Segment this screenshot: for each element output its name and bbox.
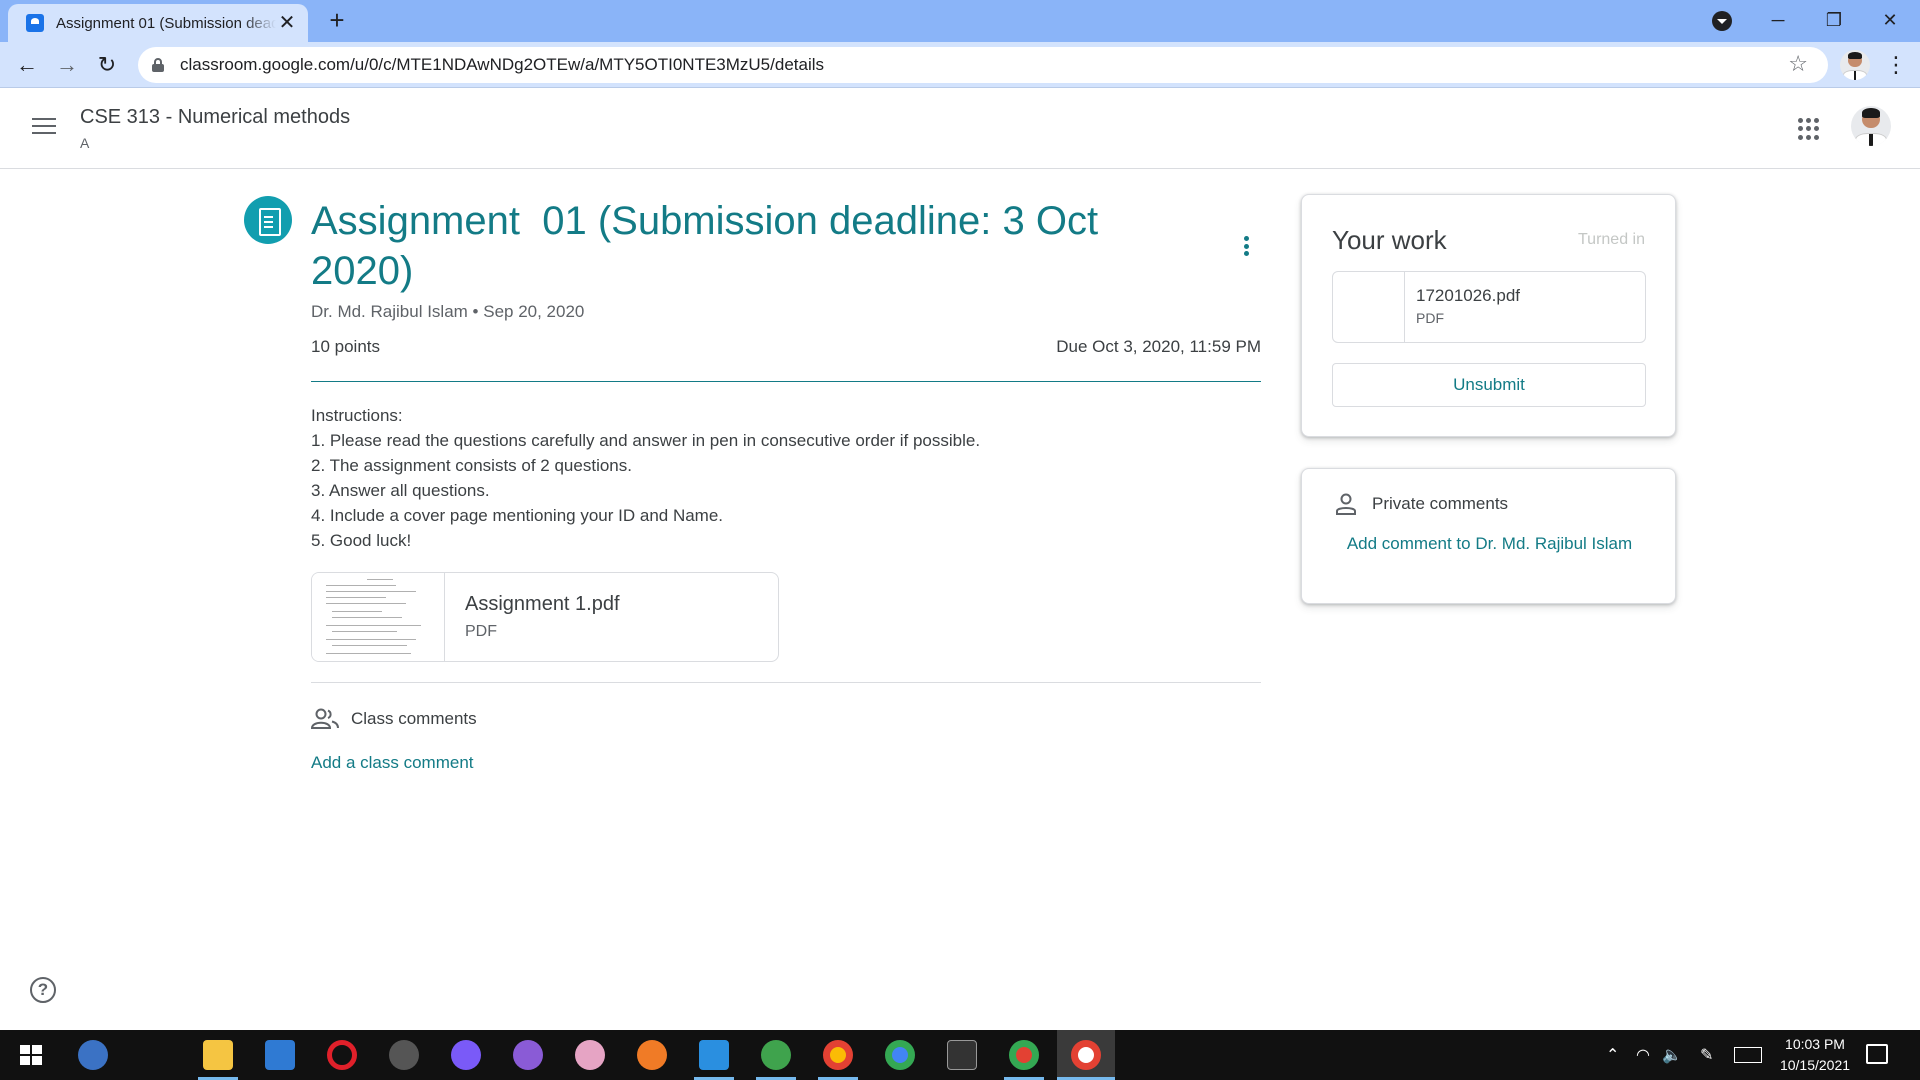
firefox-icon[interactable] bbox=[637, 1040, 667, 1070]
clock-time: 10:03 PM bbox=[1785, 1036, 1845, 1052]
browser-menu-icon[interactable]: ⋮ bbox=[1885, 50, 1907, 80]
minimize-button[interactable]: ─ bbox=[1750, 0, 1806, 42]
maps-icon[interactable] bbox=[761, 1040, 791, 1070]
chrome-icon[interactable] bbox=[885, 1040, 915, 1070]
file-explorer-icon[interactable] bbox=[203, 1040, 233, 1070]
submission-status: Turned in bbox=[1578, 231, 1645, 248]
author-name: Dr. Md. Rajibul Islam bbox=[311, 302, 468, 321]
private-comments-card: Private comments Add comment to Dr. Md. … bbox=[1301, 468, 1676, 604]
wifi-icon[interactable]: ◠ bbox=[1636, 1045, 1650, 1065]
browser-tab-strip: Assignment 01 (Submission deadline: 3 Oc… bbox=[0, 0, 1920, 42]
classroom-header: CSE 313 - Numerical methods A bbox=[0, 88, 1920, 169]
submitted-file-type: PDF bbox=[1416, 310, 1444, 326]
header-divider bbox=[311, 381, 1261, 382]
instruction-line: 2. The assignment consists of 2 question… bbox=[311, 456, 632, 475]
clock-date: 10/15/2021 bbox=[1779, 1057, 1851, 1073]
show-hidden-icons[interactable]: ⌃ bbox=[1606, 1045, 1619, 1065]
paint-icon[interactable] bbox=[575, 1040, 605, 1070]
tab-title: Assignment 01 (Submission deadline: 3 Oc… bbox=[56, 14, 276, 32]
restore-button[interactable]: ❐ bbox=[1806, 0, 1862, 42]
course-section: A bbox=[80, 135, 90, 151]
assignment-meta: Dr. Md. Rajibul Islam • Sep 20, 2020 bbox=[311, 302, 584, 322]
private-comments-title: Private comments bbox=[1372, 494, 1509, 513]
windows-start-icon[interactable] bbox=[16, 1040, 46, 1070]
attachment-card[interactable]: Assignment 1.pdf PDF bbox=[311, 572, 779, 662]
file-thumbnail bbox=[1333, 272, 1405, 342]
mail-icon[interactable] bbox=[265, 1040, 295, 1070]
keyboard-icon[interactable] bbox=[1734, 1047, 1762, 1063]
classroom-favicon-icon bbox=[26, 14, 44, 32]
post-date: Sep 20, 2020 bbox=[483, 302, 585, 321]
more-options-icon[interactable] bbox=[1236, 232, 1256, 260]
chrome-ek-icon[interactable] bbox=[1009, 1040, 1039, 1070]
messenger-icon[interactable] bbox=[451, 1040, 481, 1070]
vscode-icon[interactable] bbox=[699, 1040, 729, 1070]
course-title[interactable]: CSE 313 - Numerical methods bbox=[80, 106, 350, 129]
instruction-line: 1. Please read the questions carefully a… bbox=[311, 431, 981, 450]
tab-search-icon[interactable] bbox=[1712, 11, 1732, 31]
assignment-title: Assignment 01 (Submission deadline: 3 Oc… bbox=[311, 199, 1110, 293]
system-clock[interactable]: 10:03 PM 10/15/2021 bbox=[1760, 1034, 1870, 1076]
pdf-thumbnail bbox=[312, 573, 445, 661]
window-close-button[interactable]: ✕ bbox=[1862, 0, 1918, 42]
lock-icon[interactable] bbox=[152, 58, 164, 72]
browser-profile-avatar[interactable] bbox=[1840, 50, 1870, 80]
back-button[interactable]: ← bbox=[12, 50, 42, 80]
terminal-icon[interactable] bbox=[947, 1040, 977, 1070]
tab-close-icon[interactable]: ✕ bbox=[276, 12, 298, 34]
people-icon bbox=[311, 708, 339, 729]
browser-tab[interactable]: Assignment 01 (Submission deadline: 3 Oc… bbox=[8, 4, 308, 42]
pen-icon[interactable]: ✎ bbox=[1700, 1045, 1713, 1065]
attachment-type: PDF bbox=[465, 623, 497, 640]
attachment-name[interactable]: Assignment 1.pdf bbox=[465, 593, 620, 616]
your-work-card: Your work Turned in 17201026.pdf PDF Uns… bbox=[1301, 194, 1676, 437]
add-private-comment-link[interactable]: Add comment to Dr. Md. Rajibul Islam bbox=[1342, 529, 1637, 559]
hamburger-menu-icon[interactable] bbox=[32, 118, 56, 136]
github-desktop-icon[interactable] bbox=[513, 1040, 543, 1070]
assignment-icon bbox=[244, 196, 292, 244]
browser-toolbar: ← → ↻ classroom.google.com/u/0/c/MTE1NDA… bbox=[0, 42, 1920, 88]
volume-icon[interactable]: 🔈 bbox=[1662, 1045, 1682, 1065]
instruction-line: 3. Answer all questions. bbox=[311, 481, 490, 500]
submitted-file[interactable]: 17201026.pdf PDF bbox=[1332, 271, 1646, 343]
due-date: Due Oct 3, 2020, 11:59 PM bbox=[1056, 337, 1261, 356]
person-icon bbox=[1336, 493, 1356, 515]
windows-taskbar: ⌃ ◠ 🔈 ✎ 10:03 PM 10/15/2021 bbox=[0, 1030, 1920, 1080]
forward-button[interactable]: → bbox=[52, 50, 82, 80]
meta-separator: • bbox=[467, 302, 484, 321]
notification-icon[interactable] bbox=[1866, 1044, 1888, 1064]
class-comments-label: Class comments bbox=[351, 709, 477, 728]
chrome-active-icon[interactable] bbox=[1071, 1040, 1101, 1070]
submitted-file-name[interactable]: 17201026.pdf bbox=[1416, 286, 1520, 306]
your-work-title: Your work bbox=[1332, 225, 1447, 255]
reload-button[interactable]: ↻ bbox=[92, 50, 122, 80]
bookmark-star-icon[interactable]: ☆ bbox=[1788, 51, 1808, 77]
instruction-line: 4. Include a cover page mentioning your … bbox=[311, 506, 724, 525]
add-class-comment-link[interactable]: Add a class comment bbox=[311, 753, 474, 773]
google-apps-icon[interactable] bbox=[1798, 118, 1820, 140]
instructions-block: Instructions: 1. Please read the questio… bbox=[311, 403, 1261, 553]
account-avatar[interactable] bbox=[1851, 106, 1891, 146]
edge-icon[interactable] bbox=[141, 1040, 171, 1070]
unsubmit-button[interactable]: Unsubmit bbox=[1332, 363, 1646, 407]
instruction-line: 5. Good luck! bbox=[311, 531, 412, 550]
address-bar[interactable]: classroom.google.com/u/0/c/MTE1NDAwNDg2O… bbox=[138, 47, 1828, 83]
inkscape-icon[interactable] bbox=[389, 1040, 419, 1070]
qbittorrent-icon[interactable] bbox=[78, 1040, 108, 1070]
new-tab-button[interactable]: + bbox=[323, 6, 351, 34]
opera-icon[interactable] bbox=[327, 1040, 357, 1070]
url-text[interactable]: classroom.google.com/u/0/c/MTE1NDAwNDg2O… bbox=[180, 55, 824, 75]
help-icon[interactable]: ? bbox=[30, 977, 56, 1003]
points-label: 10 points bbox=[311, 337, 380, 356]
instruction-line: Instructions: bbox=[311, 406, 403, 425]
chrome-profile-icon[interactable] bbox=[823, 1040, 853, 1070]
comments-divider bbox=[311, 682, 1261, 683]
